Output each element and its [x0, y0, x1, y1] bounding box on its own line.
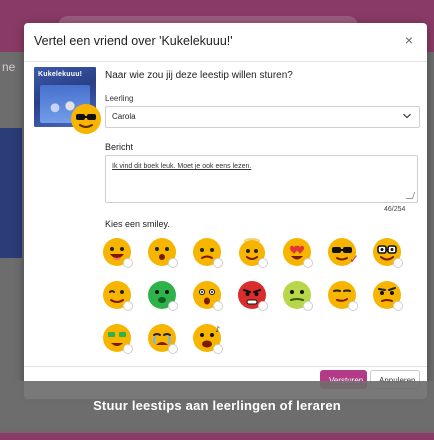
- close-button[interactable]: ×: [401, 32, 417, 48]
- smiley-option-crying[interactable]: [147, 323, 178, 354]
- chevron-down-icon: [403, 112, 411, 120]
- smiley-radio: [258, 301, 268, 311]
- smiley-option-heart-eyes[interactable]: [282, 237, 313, 268]
- recipient-prompt: Naar wie zou jij deze leestip willen stu…: [105, 70, 293, 81]
- resize-grip-icon[interactable]: [405, 192, 416, 199]
- recipient-label: Leerling: [105, 94, 134, 103]
- smiley-radio: [123, 258, 133, 268]
- smiley-radio: [168, 301, 178, 311]
- smiley-option-sick[interactable]: [147, 280, 178, 311]
- smiley-radio: [123, 344, 133, 354]
- smiley-option-confused[interactable]: [192, 237, 223, 268]
- smiley-option-smirk[interactable]: [327, 280, 358, 311]
- sunglasses-badge-icon: [70, 103, 102, 135]
- smiley-option-laughing[interactable]: [102, 237, 133, 268]
- smiley-option-wink[interactable]: [102, 280, 133, 311]
- modal-title: Vertel een vriend over 'Kukelekuuu!': [34, 34, 233, 48]
- message-value: Ik vind dit boek leuk. Moet je ook eens …: [112, 163, 252, 170]
- smiley-radio: [258, 258, 268, 268]
- smiley-option-singing[interactable]: ♪: [192, 323, 223, 354]
- message-textarea[interactable]: Ik vind dit boek leuk. Moet je ook eens …: [105, 155, 418, 203]
- smiley-grid: ✓ ♪: [102, 237, 420, 377]
- selected-check-icon: ✓: [349, 252, 360, 266]
- smiley-radio: [393, 301, 403, 311]
- recipient-select[interactable]: Carola: [105, 106, 420, 128]
- smiley-radio: [213, 301, 223, 311]
- smiley-option-sunglasses[interactable]: ✓: [327, 237, 359, 267]
- smiley-radio: [168, 258, 178, 268]
- smiley-radio: [303, 258, 313, 268]
- smiley-option-shocked[interactable]: [192, 280, 223, 311]
- background-partial-text: ne: [2, 60, 16, 74]
- smiley-option-money[interactable]: [102, 323, 133, 354]
- svg-text:♪: ♪: [215, 325, 220, 334]
- smiley-radio: [393, 258, 403, 268]
- smiley-option-skeptical[interactable]: [372, 280, 403, 311]
- background-card: [0, 128, 22, 258]
- smiley-radio: [348, 301, 358, 311]
- recipient-select-value: Carola: [112, 112, 136, 121]
- smiley-option-angry[interactable]: [237, 280, 268, 311]
- smiley-radio: [303, 301, 313, 311]
- smiley-radio: [213, 344, 223, 354]
- message-counter: 46/254: [384, 206, 406, 213]
- smiley-label: Kies een smiley.: [105, 219, 170, 229]
- caption-text: Stuur leestips aan leerlingen of leraren: [93, 398, 341, 413]
- smiley-option-surprised[interactable]: [147, 237, 178, 268]
- smiley-radio: [123, 301, 133, 311]
- smiley-option-nerd[interactable]: [372, 237, 403, 268]
- smiley-option-nauseated[interactable]: [282, 280, 313, 311]
- smiley-radio: [168, 344, 178, 354]
- message-label: Bericht: [105, 142, 134, 152]
- share-modal: Vertel een vriend over 'Kukelekuuu!' × K…: [24, 23, 427, 399]
- smiley-radio: [213, 258, 223, 268]
- smiley-option-angel[interactable]: [237, 237, 268, 268]
- modal-header: Vertel een vriend over 'Kukelekuuu!' ×: [24, 23, 427, 62]
- caption-overlay: Stuur leestips aan leerlingen of leraren: [0, 381, 434, 433]
- book-cover-title: Kukelekuuu!: [38, 71, 83, 78]
